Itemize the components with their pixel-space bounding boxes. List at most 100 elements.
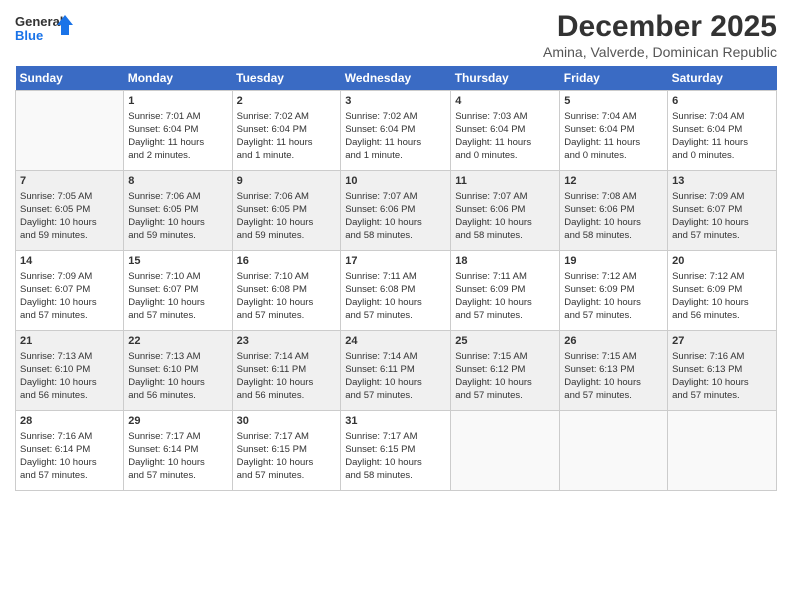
calendar-cell-w5-d5 xyxy=(451,411,560,491)
day-info: Sunrise: 7:09 AM Sunset: 6:07 PM Dayligh… xyxy=(672,191,772,242)
header-sunday: Sunday xyxy=(16,66,124,91)
day-number: 22 xyxy=(128,334,227,349)
header-saturday: Saturday xyxy=(668,66,777,91)
calendar-cell-w3-d7: 20Sunrise: 7:12 AM Sunset: 6:09 PM Dayli… xyxy=(668,251,777,331)
calendar-cell-w2-d4: 10Sunrise: 7:07 AM Sunset: 6:06 PM Dayli… xyxy=(341,171,451,251)
day-info: Sunrise: 7:04 AM Sunset: 6:04 PM Dayligh… xyxy=(672,111,772,162)
day-info: Sunrise: 7:13 AM Sunset: 6:10 PM Dayligh… xyxy=(128,351,227,402)
calendar-cell-w4-d1: 21 Sunrise: 7:13 AM Sunset: 6:10 PM Dayli… xyxy=(16,331,124,411)
logo: General Blue xyxy=(15,10,75,50)
day-number: 6 xyxy=(672,94,772,109)
week-row-3: 14Sunrise: 7:09 AM Sunset: 6:07 PM Dayli… xyxy=(16,251,777,331)
day-info: Sunrise: 7:05 AM Sunset: 6:05 PM Dayligh… xyxy=(20,191,119,242)
day-info: Sunrise: 7:02 AM Sunset: 6:04 PM Dayligh… xyxy=(237,111,337,162)
day-number: 31 xyxy=(345,414,446,429)
calendar-cell-w2-d6: 12 Sunrise: 7:08 AM Sunset: 6:06 PM Dayli… xyxy=(560,171,668,251)
day-info: Sunrise: 7:01 AM Sunset: 6:04 PM Dayligh… xyxy=(128,111,227,162)
week-row-5: 28Sunrise: 7:16 AM Sunset: 6:14 PM Dayli… xyxy=(16,411,777,491)
calendar-cell-w5-d1: 28Sunrise: 7:16 AM Sunset: 6:14 PM Dayli… xyxy=(16,411,124,491)
header-wednesday: Wednesday xyxy=(341,66,451,91)
calendar-cell-w1-d3: 2 Sunrise: 7:02 AM Sunset: 6:04 PM Daylig… xyxy=(232,91,341,171)
calendar-cell-w4-d7: 27 Sunrise: 7:16 AM Sunset: 6:13 PM Dayli… xyxy=(668,331,777,411)
day-info: Sunrise: 7:11 AM Sunset: 6:08 PM Dayligh… xyxy=(345,271,446,322)
day-number: 5 xyxy=(564,94,663,109)
week-row-2: 7 Sunrise: 7:05 AM Sunset: 6:05 PM Daylig… xyxy=(16,171,777,251)
calendar-cell-w2-d1: 7 Sunrise: 7:05 AM Sunset: 6:05 PM Daylig… xyxy=(16,171,124,251)
day-info: Sunrise: 7:07 AM Sunset: 6:06 PM Dayligh… xyxy=(455,191,555,242)
day-number: 10 xyxy=(345,174,446,189)
calendar-cell-w4-d2: 22 Sunrise: 7:13 AM Sunset: 6:10 PM Dayli… xyxy=(124,331,232,411)
day-info: Sunrise: 7:08 AM Sunset: 6:06 PM Dayligh… xyxy=(564,191,663,242)
calendar-cell-w4-d5: 25 Sunrise: 7:15 AM Sunset: 6:12 PM Dayli… xyxy=(451,331,560,411)
calendar-cell-w5-d7 xyxy=(668,411,777,491)
day-number: 8 xyxy=(128,174,227,189)
calendar-cell-w4-d6: 26 Sunrise: 7:15 AM Sunset: 6:13 PM Dayli… xyxy=(560,331,668,411)
day-number: 16 xyxy=(237,254,337,269)
day-number: 1 xyxy=(128,94,227,109)
title-area: December 2025 Amina, Valverde, Dominican… xyxy=(543,10,777,60)
day-info: Sunrise: 7:12 AM Sunset: 6:09 PM Dayligh… xyxy=(564,271,663,322)
svg-text:General: General xyxy=(15,14,63,29)
subtitle: Amina, Valverde, Dominican Republic xyxy=(543,44,777,60)
day-info: Sunrise: 7:09 AM Sunset: 6:07 PM Dayligh… xyxy=(20,271,119,322)
day-info: Sunrise: 7:17 AM Sunset: 6:15 PM Dayligh… xyxy=(345,431,446,482)
day-number: 26 xyxy=(564,334,663,349)
day-number: 12 xyxy=(564,174,663,189)
calendar-cell-w2-d7: 13Sunrise: 7:09 AM Sunset: 6:07 PM Dayli… xyxy=(668,171,777,251)
day-info: Sunrise: 7:17 AM Sunset: 6:14 PM Dayligh… xyxy=(128,431,227,482)
calendar-cell-w1-d2: 1 Sunrise: 7:01 AM Sunset: 6:04 PM Daylig… xyxy=(124,91,232,171)
day-number: 21 xyxy=(20,334,119,349)
calendar-cell-w5-d2: 29 Sunrise: 7:17 AM Sunset: 6:14 PM Dayli… xyxy=(124,411,232,491)
calendar-cell-w1-d1 xyxy=(16,91,124,171)
day-number: 28 xyxy=(20,414,119,429)
day-info: Sunrise: 7:06 AM Sunset: 6:05 PM Dayligh… xyxy=(128,191,227,242)
week-row-1: 1 Sunrise: 7:01 AM Sunset: 6:04 PM Daylig… xyxy=(16,91,777,171)
header-row: Sunday Monday Tuesday Wednesday Thursday… xyxy=(16,66,777,91)
calendar-cell-w3-d3: 16 Sunrise: 7:10 AM Sunset: 6:08 PM Dayli… xyxy=(232,251,341,331)
day-number: 17 xyxy=(345,254,446,269)
week-row-4: 21 Sunrise: 7:13 AM Sunset: 6:10 PM Dayli… xyxy=(16,331,777,411)
logo-svg: General Blue xyxy=(15,10,75,50)
calendar-cell-w1-d4: 3Sunrise: 7:02 AM Sunset: 6:04 PM Daylig… xyxy=(341,91,451,171)
day-number: 15 xyxy=(128,254,227,269)
month-title: December 2025 xyxy=(543,10,777,44)
day-number: 30 xyxy=(237,414,337,429)
day-number: 19 xyxy=(564,254,663,269)
day-info: Sunrise: 7:03 AM Sunset: 6:04 PM Dayligh… xyxy=(455,111,555,162)
day-number: 23 xyxy=(237,334,337,349)
day-number: 7 xyxy=(20,174,119,189)
day-info: Sunrise: 7:12 AM Sunset: 6:09 PM Dayligh… xyxy=(672,271,772,322)
day-info: Sunrise: 7:13 AM Sunset: 6:10 PM Dayligh… xyxy=(20,351,119,402)
calendar-cell-w3-d2: 15Sunrise: 7:10 AM Sunset: 6:07 PM Dayli… xyxy=(124,251,232,331)
day-info: Sunrise: 7:04 AM Sunset: 6:04 PM Dayligh… xyxy=(564,111,663,162)
calendar-cell-w3-d1: 14Sunrise: 7:09 AM Sunset: 6:07 PM Dayli… xyxy=(16,251,124,331)
day-number: 27 xyxy=(672,334,772,349)
day-info: Sunrise: 7:15 AM Sunset: 6:12 PM Dayligh… xyxy=(455,351,555,402)
day-number: 25 xyxy=(455,334,555,349)
calendar-body: 1 Sunrise: 7:01 AM Sunset: 6:04 PM Daylig… xyxy=(16,91,777,491)
day-info: Sunrise: 7:11 AM Sunset: 6:09 PM Dayligh… xyxy=(455,271,555,322)
day-info: Sunrise: 7:10 AM Sunset: 6:08 PM Dayligh… xyxy=(237,271,337,322)
day-info: Sunrise: 7:14 AM Sunset: 6:11 PM Dayligh… xyxy=(237,351,337,402)
day-info: Sunrise: 7:15 AM Sunset: 6:13 PM Dayligh… xyxy=(564,351,663,402)
day-number: 3 xyxy=(345,94,446,109)
calendar-cell-w3-d5: 18Sunrise: 7:11 AM Sunset: 6:09 PM Dayli… xyxy=(451,251,560,331)
calendar-cell-w1-d5: 4Sunrise: 7:03 AM Sunset: 6:04 PM Daylig… xyxy=(451,91,560,171)
day-number: 29 xyxy=(128,414,227,429)
day-info: Sunrise: 7:14 AM Sunset: 6:11 PM Dayligh… xyxy=(345,351,446,402)
svg-text:Blue: Blue xyxy=(15,28,43,43)
header-thursday: Thursday xyxy=(451,66,560,91)
calendar-container: General Blue December 2025 Amina, Valver… xyxy=(0,0,792,501)
calendar-cell-w1-d6: 5 Sunrise: 7:04 AM Sunset: 6:04 PM Daylig… xyxy=(560,91,668,171)
calendar-cell-w2-d2: 8 Sunrise: 7:06 AM Sunset: 6:05 PM Daylig… xyxy=(124,171,232,251)
calendar-table: Sunday Monday Tuesday Wednesday Thursday… xyxy=(15,66,777,491)
calendar-cell-w5-d3: 30Sunrise: 7:17 AM Sunset: 6:15 PM Dayli… xyxy=(232,411,341,491)
day-info: Sunrise: 7:16 AM Sunset: 6:13 PM Dayligh… xyxy=(672,351,772,402)
header-monday: Monday xyxy=(124,66,232,91)
day-number: 11 xyxy=(455,174,555,189)
day-number: 2 xyxy=(237,94,337,109)
calendar-cell-w1-d7: 6 Sunrise: 7:04 AM Sunset: 6:04 PM Daylig… xyxy=(668,91,777,171)
day-number: 9 xyxy=(237,174,337,189)
header-tuesday: Tuesday xyxy=(232,66,341,91)
header-area: General Blue December 2025 Amina, Valver… xyxy=(15,10,777,60)
